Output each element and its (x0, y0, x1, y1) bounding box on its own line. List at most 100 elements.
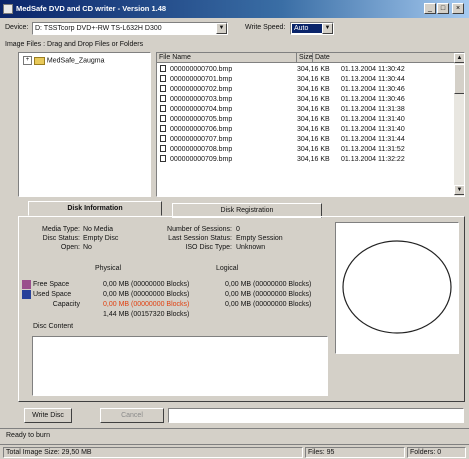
file-name: 000000000705.bmp (170, 116, 233, 123)
open-value: No (83, 244, 92, 251)
write-speed-label: Write Speed: (245, 24, 286, 31)
file-name: 000000000708.bmp (170, 146, 233, 153)
file-name: 000000000707.bmp (170, 136, 233, 143)
table-row[interactable]: 000000000702.bmp 304,16 KB 01.13.2004 11:3… (157, 85, 455, 95)
last-session-label: Last Session Status: (168, 235, 232, 242)
expand-icon[interactable]: + (23, 56, 32, 65)
file-list[interactable]: File Name Size Date 000000000700.bmp 304,… (156, 52, 465, 197)
table-row[interactable]: 000000000704.bmp 304,16 KB 01.13.2004 11:3… (157, 105, 455, 115)
scroll-thumb[interactable] (454, 64, 464, 94)
tree-item-label: MedSafe_Zaugma (46, 57, 105, 65)
folder-icon (33, 56, 45, 65)
open-label: Open: (60, 244, 80, 251)
file-date: 01.13.2004 11:31:40 (341, 126, 405, 133)
disc-content-label: Disc Content (33, 323, 74, 330)
media-type-label: Media Type: (41, 226, 80, 233)
table-row[interactable]: 000000000700.bmp 304,16 KB 01.13.2004 11:3… (157, 65, 455, 75)
table-row[interactable]: 000000000701.bmp 304,16 KB 01.13.2004 11:3… (157, 75, 455, 85)
file-name: 000000000703.bmp (170, 96, 233, 103)
file-size: 304,16 KB (297, 86, 330, 93)
file-date: 01.13.2004 11:32:22 (341, 156, 405, 163)
table-row[interactable]: 000000000706.bmp 304,16 KB 01.13.2004 11:3… (157, 125, 455, 135)
table-row[interactable]: 000000000703.bmp 304,16 KB 01.13.2004 11:3… (157, 95, 455, 105)
total-physical-value: 1,44 MB (00157320 Blocks) (103, 311, 190, 318)
divider (0, 428, 469, 429)
close-button[interactable]: × (452, 3, 464, 14)
file-name: 000000000702.bmp (170, 86, 233, 93)
column-header-size[interactable]: Size (297, 53, 313, 63)
file-name: 000000000701.bmp (170, 76, 233, 83)
file-name: 000000000706.bmp (170, 126, 233, 133)
cancel-button[interactable]: Cancel (100, 408, 164, 423)
media-type-value: No Media (83, 226, 113, 233)
used-logical-value: 0,00 MB (00000000 Blocks) (225, 291, 312, 298)
app-icon (3, 4, 13, 14)
sessions-label: Number of Sessions: (167, 226, 232, 233)
vertical-scrollbar[interactable]: ▲ ▼ (454, 53, 464, 196)
file-date: 01.13.2004 11:31:40 (341, 116, 405, 123)
file-date: 01.13.2004 11:31:44 (341, 136, 405, 143)
status-total-size: Total Image Size: 29,50 MB (3, 447, 303, 458)
used-space-label: Used Space (33, 291, 72, 298)
chevron-down-icon[interactable]: ▼ (216, 23, 227, 34)
progress-bar (168, 408, 464, 423)
file-name: 000000000709.bmp (170, 156, 233, 163)
disc-graphic-panel (335, 222, 459, 354)
file-name: 000000000700.bmp (170, 66, 233, 73)
used-physical-value: 0,00 MB (00000000 Blocks) (103, 291, 190, 298)
bmp-file-icon (160, 155, 166, 166)
maximize-button[interactable]: □ (437, 3, 449, 14)
scroll-up-button[interactable]: ▲ (454, 53, 464, 63)
physical-header: Physical (95, 265, 122, 272)
table-row[interactable]: 000000000705.bmp 304,16 KB 01.13.2004 11:3… (157, 115, 455, 125)
iso-type-label: ISO Disc Type: (185, 244, 232, 251)
file-size: 304,16 KB (297, 76, 330, 83)
divider (0, 444, 469, 445)
tab-disk-information[interactable]: Disk Information (28, 201, 162, 216)
file-size: 304,16 KB (297, 146, 330, 153)
file-date: 01.13.2004 11:30:42 (341, 66, 405, 73)
status-folders: Folders: 0 (407, 447, 466, 458)
write-speed-value: Auto (292, 24, 322, 33)
status-files: Files: 95 (305, 447, 405, 458)
sessions-value: 0 (236, 226, 240, 233)
file-date: 01.13.2004 11:30:46 (341, 86, 405, 93)
table-row[interactable]: 000000000709.bmp 304,16 KB 01.13.2004 11:3… (157, 155, 455, 165)
window-title: MedSafe DVD and CD writer - Version 1.48 (16, 4, 167, 13)
disc-status-label: Disc Status: (42, 235, 80, 242)
title-bar: MedSafe DVD and CD writer - Version 1.48 (0, 0, 469, 18)
chevron-down-icon[interactable]: ▼ (322, 23, 333, 34)
minimize-button[interactable]: _ (424, 3, 436, 14)
folder-tree[interactable]: + MedSafe_Zaugma (18, 52, 151, 197)
table-row[interactable]: 000000000708.bmp 304,16 KB 01.13.2004 11:3… (157, 145, 455, 155)
device-select[interactable]: D: TSSTcorp DVD+-RW TS-L632H D300 (32, 22, 228, 35)
file-name: 000000000704.bmp (170, 106, 233, 113)
file-size: 304,16 KB (297, 116, 330, 123)
table-row[interactable]: 000000000707.bmp 304,16 KB 01.13.2004 11:3… (157, 135, 455, 145)
file-size: 304,16 KB (297, 156, 330, 163)
tree-item-root[interactable]: + MedSafe_Zaugma (23, 56, 105, 65)
free-logical-value: 0,00 MB (00000000 Blocks) (225, 281, 312, 288)
file-date: 01.13.2004 11:30:46 (341, 96, 405, 103)
scroll-down-button[interactable]: ▼ (454, 185, 464, 195)
file-date: 01.13.2004 11:31:52 (341, 146, 405, 153)
disc-content-box[interactable] (32, 336, 328, 396)
capacity-label: Capacity (52, 301, 80, 308)
file-size: 304,16 KB (297, 96, 330, 103)
drag-drop-label: Image Files : Drag and Drop Files or Fol… (5, 41, 144, 48)
file-rows: 000000000700.bmp 304,16 KB 01.13.2004 11:3… (157, 65, 455, 165)
file-size: 304,16 KB (297, 136, 330, 143)
device-label: Device: (5, 24, 29, 31)
disc-status-value: Empty Disc (83, 235, 119, 242)
column-header-date[interactable]: Date (313, 53, 455, 63)
disc-icon (342, 240, 452, 334)
capacity-physical-value: 0,00 MB (00000000 Blocks) (103, 301, 190, 308)
device-select-value: D: TSSTcorp DVD+-RW TS-L632H D300 (35, 25, 162, 32)
write-disc-button[interactable]: Write Disc (24, 408, 72, 423)
last-session-value: Empty Session (236, 235, 283, 242)
free-space-swatch (22, 280, 31, 289)
column-header-name[interactable]: File Name (157, 53, 297, 63)
free-physical-value: 0,00 MB (00000000 Blocks) (103, 281, 190, 288)
file-date: 01.13.2004 11:31:38 (341, 106, 405, 113)
status-ready: Ready to burn (6, 432, 50, 439)
